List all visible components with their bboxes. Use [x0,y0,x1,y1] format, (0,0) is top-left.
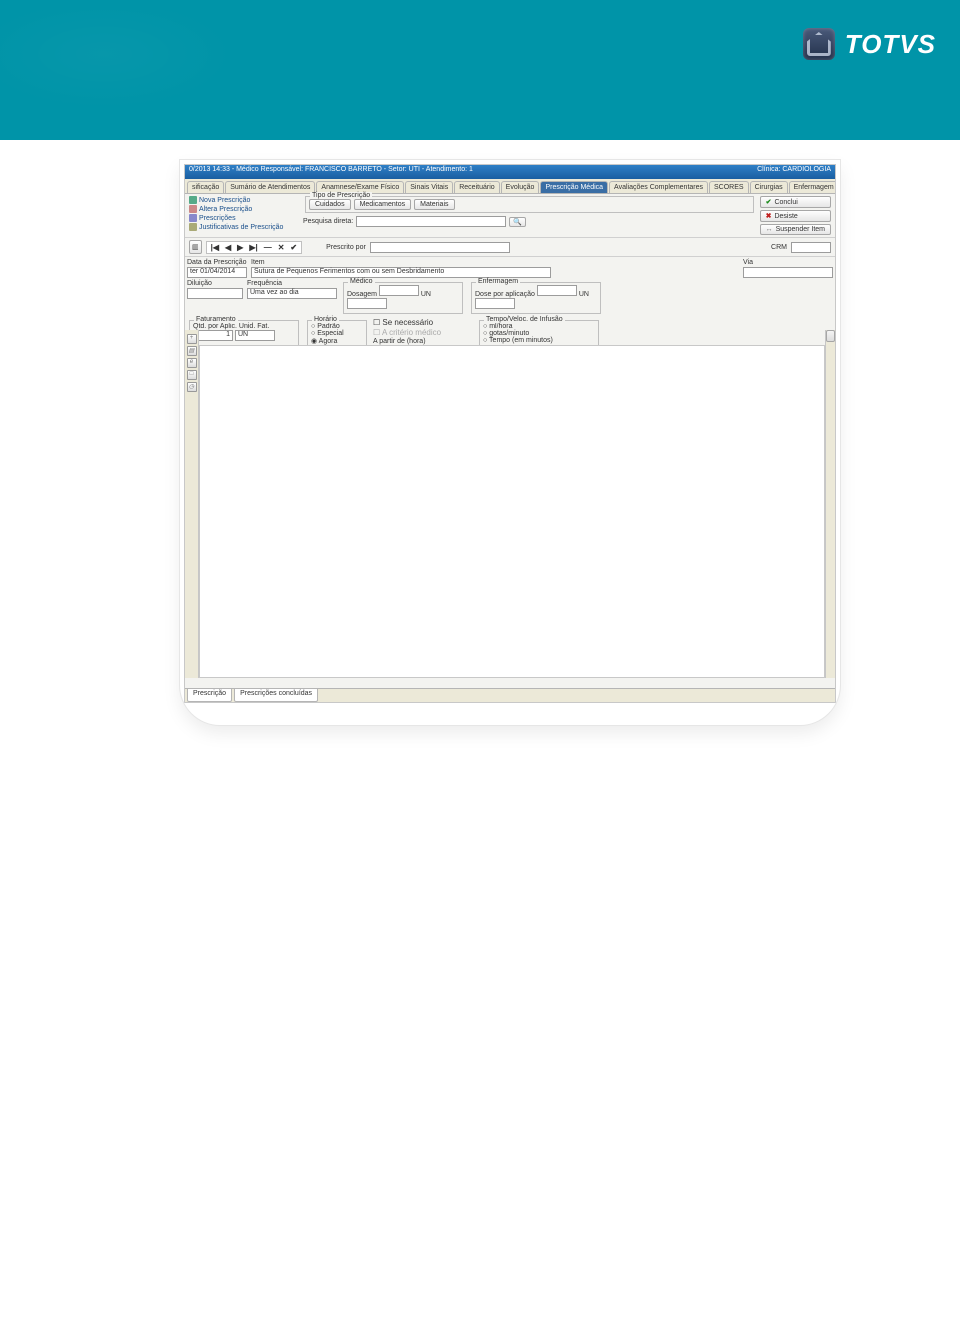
radio-agora[interactable]: ◉ Agora [311,337,363,345]
link-justif[interactable]: Justificativas de Prescrição [189,223,299,231]
un2-input[interactable] [475,298,515,309]
record-nav[interactable]: |◀◀▶▶|—✕✔ [206,241,303,254]
lt-icon[interactable]: ▤ [187,346,197,356]
link-nova[interactable]: Nova Prescrição [189,196,299,204]
via-input[interactable] [743,267,833,278]
brand-logo: TOTVS [803,28,936,60]
scrollbar-icon[interactable] [825,330,835,678]
medico-legend: Médico [348,278,375,285]
radio-gotas[interactable]: ○ gotas/minuto [483,330,595,337]
item-label: Item [251,259,739,266]
totvs-cube-icon [803,28,835,60]
header-band [0,0,960,140]
radio-tempo[interactable]: ○ Tempo (em minutos) [483,337,595,344]
apartir-label: A partir de (hora) [373,338,473,345]
unidfat-label: Unid. Fat. [239,323,269,330]
btn-suspender[interactable]: ↔Suspender Item [760,224,831,235]
dose-input[interactable] [537,285,577,296]
horario-legend: Horário [312,316,339,323]
left-toolbar: + ▤ e □ ◷ [185,330,199,678]
unidfat-input[interactable]: UN [235,330,275,341]
dosagem-label: Dosagem [347,291,377,298]
tempo-legend: Tempo/Veloc. de Infusão [484,316,565,323]
enf-legend: Enfermagem [476,278,520,285]
window-titlebar: 0/2013 14:33 - Médico Responsável: FRANC… [185,165,835,179]
btn-cuidados[interactable]: Cuidados [309,199,351,210]
brand-name: TOTVS [845,29,936,60]
grid-body-empty [199,345,825,678]
prescrito-por-input[interactable] [370,242,510,253]
lt-icon[interactable]: + [187,334,197,344]
chk-criterio: ☐ A critério médico [373,328,473,337]
tab[interactable]: SCORES [709,181,749,193]
main-tabstrip: sificação Sumário de Atendimentos Anamne… [185,179,835,194]
pesquisa-input[interactable] [356,216,506,227]
app-screenshot: 0/2013 14:33 - Médico Responsável: FRANC… [180,160,840,725]
toolbar-icon[interactable]: ▥ [189,240,202,254]
tab-active[interactable]: Prescrição Médica [540,181,608,193]
btn-medicamentos[interactable]: Medicamentos [354,199,412,210]
lt-icon[interactable]: ◷ [187,382,197,392]
btn-materiais[interactable]: Materiais [414,199,454,210]
btab-prescricao[interactable]: Prescrição [187,689,232,702]
tab[interactable]: Sumário de Atendimentos [225,181,315,193]
item-input[interactable]: Sutura de Pequenos Ferimentos com ou sem… [251,267,551,278]
bottom-tabs: Prescrição Prescrições concluídas [185,688,835,702]
un2-label: UN [579,291,589,298]
qtd-aplic-label: Qtd. por Aplic. [193,323,237,330]
lt-icon[interactable]: e [187,358,197,368]
tab[interactable]: Sinais Vitais [405,181,453,193]
radio-especial[interactable]: ○ Especial [311,330,363,337]
chk-se-necessario[interactable]: ☐ Se necessário [373,318,473,327]
radio-mlhora[interactable]: ○ ml/hora [483,323,595,330]
qtd-aplic-input[interactable]: 1 [193,330,233,341]
radio-padrao[interactable]: ○ Padrão [311,323,363,330]
titlebar-left: 0/2013 14:33 - Médico Responsável: FRANC… [189,166,473,178]
tab[interactable]: Evolução [501,181,540,193]
tab[interactable]: Enfermagem [789,181,835,193]
freq-input[interactable]: Uma vez ao dia [247,288,337,299]
tab[interactable]: Avaliações Complementares [609,181,708,193]
dosagem-input[interactable] [379,285,419,296]
freq-label: Frequência [247,280,337,287]
search-icon[interactable]: 🔍 [509,217,526,227]
link-altera[interactable]: Altera Prescrição [189,205,299,213]
un-input[interactable] [347,298,387,309]
btn-conclui[interactable]: ✔Conclui [760,196,831,208]
data-input[interactable]: ter 01/04/2014 [187,267,247,278]
prescrito-por-label: Prescrito por [326,244,366,251]
dose-label: Dose por aplicação [475,291,535,298]
diluicao-input[interactable] [187,288,243,299]
tab[interactable]: Cirurgias [750,181,788,193]
data-label: Data da Prescrição [187,259,247,266]
tipo-legend: Tipo de Prescrição [310,192,372,199]
fat-legend: Faturamento [194,316,238,323]
pesquisa-label: Pesquisa direta: [303,218,353,225]
diluicao-label: Diluição [187,280,243,287]
crm-label: CRM [771,244,787,251]
crm-input[interactable] [791,242,831,253]
tab[interactable]: sificação [187,181,224,193]
titlebar-right: Clínica: CARDIOLOGIA [757,166,831,178]
btab-concluidas[interactable]: Prescrições concluídas [234,689,318,702]
link-presc[interactable]: Prescrições [189,214,299,222]
lt-icon[interactable]: □ [187,370,197,380]
via-label: Via [743,259,833,266]
un-label: UN [421,291,431,298]
btn-desiste[interactable]: ✖Desiste [760,210,831,222]
tab[interactable]: Receituário [454,181,499,193]
